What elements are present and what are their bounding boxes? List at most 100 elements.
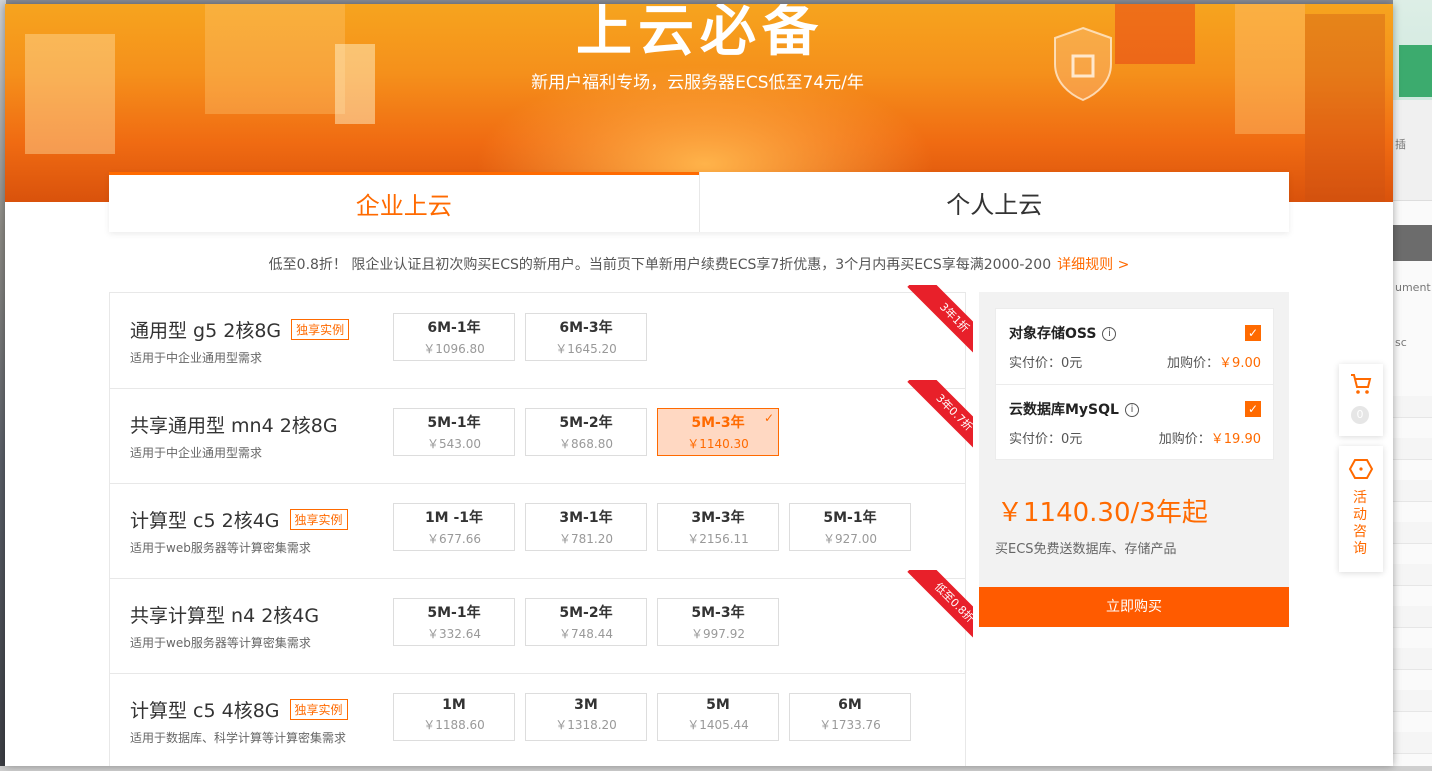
background-sheet-row [1393,564,1432,586]
plan-option-price: ￥1733.76 [819,718,881,732]
total-price: ￥1140.30/3年起 [997,498,1208,528]
product-description: 适用于web服务器等计算密集需求 [130,541,311,555]
product-row: 共享计算型 n4 2核4G 适用于web服务器等计算密集需求 5M-1年 ￥332.6… [110,570,973,674]
product-description: 适用于数据库、科学计算等计算密集需求 [130,731,347,745]
background-sheet-row [1393,396,1432,418]
plan-option-price: ￥543.00 [427,437,481,451]
addon-checkbox[interactable]: ✓ [1245,401,1261,417]
discount-ribbon: 3年0.7折 [901,380,973,452]
product-row: 共享通用型 mn4 2核8G 适用于中企业通用型需求 5M-1年 ￥543.00 5M-… [110,380,973,484]
plan-option[interactable]: 5M-2年 ￥868.80 [525,408,647,456]
hero-block [205,4,345,114]
plan-option[interactable]: 6M ￥1733.76 [789,693,911,741]
background-sheet-row [1393,627,1432,649]
background-app-dark-bar [1393,225,1432,261]
product-name: 通用型 g5 2核8G 独享实例 [130,316,350,343]
cart-widget[interactable]: 0 [1339,364,1383,436]
plan-option-label: 5M-2年 [559,605,613,621]
plan-option[interactable]: 3M ￥1318.20 [525,693,647,741]
plan-option-price: ￥1140.30 [687,437,749,451]
discount-ribbon: 低至0.8折 [901,570,973,642]
hero-block [1235,4,1305,134]
plan-option-label: 5M-1年 [823,510,877,526]
hero-block [1305,14,1385,202]
addon-list: 对象存储OSS i ✓ 实付价：0元 加购价：￥9.00 云数据库MySQL i ✓… [995,308,1274,460]
background-sheet-row [1393,585,1432,607]
tab-personal[interactable]: 个人上云 [698,172,1290,232]
product-row: 通用型 g5 2核8G 独享实例 适用于中企业通用型需求 6M-1年 ￥1096.80 6… [110,285,973,389]
plan-option-price: ￥781.20 [559,532,613,546]
plan-option[interactable]: 5M-1年 ￥543.00 [393,408,515,456]
plan-option-label: 3M-3年 [691,510,745,526]
background-sheet-row [1393,606,1432,628]
consult-widget[interactable]: 活动咨询 [1339,446,1383,572]
plan-option[interactable]: 5M-3年 ￥997.92 [657,598,779,646]
total-subtitle: 买ECS免费送数据库、存储产品 [995,542,1177,557]
plan-option-price: ￥748.44 [559,627,613,641]
rules-link[interactable]: 详细规则 > [1057,257,1129,273]
product-name: 共享计算型 n4 2核4G [130,605,320,627]
background-app-window: 插 ument sc [1393,0,1432,771]
hero-subtitle: 新用户福利专场，云服务器ECS低至74元/年 [531,73,864,93]
info-icon[interactable]: i [1102,327,1117,341]
plan-option[interactable]: 1M ￥1188.60 [393,693,515,741]
background-sheet-row [1393,522,1432,544]
buy-now-button[interactable]: 立即购买 [979,587,1289,627]
plan-option-label: 5M-1年 [427,605,481,621]
plan-option[interactable]: 6M-3年 ￥1645.20 [525,313,647,361]
plan-option-label: 5M [706,697,730,713]
background-sheet-row [1393,648,1432,670]
plan-option-price: ￥2156.11 [687,532,749,546]
plan-option-label: 3M [574,697,598,713]
tab-bar: 企业上云 个人上云 [109,172,1289,232]
plan-option[interactable]: 5M-2年 ￥748.44 [525,598,647,646]
plan-option-price: ￥1188.60 [423,718,485,732]
plan-option-price: ￥868.80 [559,437,613,451]
discount-ribbon-label: 3年0.7折 [907,380,973,452]
product-row: 计算型 c5 2核4G 独享实例适用于web服务器等计算密集需求 1M -1年 ￥67… [110,483,965,579]
plan-option-price: ￥332.64 [427,627,481,641]
cart-count: 0 [1351,406,1369,424]
plan-option-price: ￥677.66 [427,532,481,546]
product-name: 共享通用型 mn4 2核8G [130,415,338,437]
background-sheet-row [1393,438,1432,460]
background-sheet-row [1393,459,1432,481]
plan-option[interactable]: 5M ￥1405.44 [657,693,779,741]
product-list: 通用型 g5 2核8G 独享实例 适用于中企业通用型需求 6M-1年 ￥1096.80 6… [109,285,973,766]
discount-ribbon: 3年1折 [901,285,973,357]
notice-text: 低至0.8折！ 限企业认证且初次购买ECS的新用户。当前页下单新用户续费ECS享… [268,257,1052,273]
plan-option-label: 5M-2年 [559,415,613,431]
plan-option[interactable]: 3M-1年 ￥781.20 [525,503,647,551]
plan-option-label: 1M [442,697,466,713]
addon-item: 云数据库MySQL i ✓ 实付价：0元 加购价：￥19.90 [996,384,1273,460]
product-description: 适用于中企业通用型需求 [130,446,263,460]
addon-item: 对象存储OSS i ✓ 实付价：0元 加购价：￥9.00 [996,309,1273,384]
plan-option-label: 6M-1年 [427,320,481,336]
background-app-text: sc [1395,336,1407,349]
plan-option[interactable]: 5M-1年 ￥332.64 [393,598,515,646]
plan-option[interactable]: 5M-1年 ￥927.00 [789,503,911,551]
hero-block [335,44,375,124]
product-description: 适用于web服务器等计算密集需求 [130,636,311,650]
product-name: 计算型 c5 2核4G 独享实例 [130,506,348,533]
background-sheet-row [1393,480,1432,502]
plan-option[interactable]: 5M-3年 ￥1140.30 ✓ [657,408,779,456]
background-app-text: 插 [1395,138,1406,151]
plan-option[interactable]: 6M-1年 ￥1096.80 [393,313,515,361]
background-sheet-row [1393,375,1432,397]
check-icon: ✓ [763,411,774,425]
background-sheet-row [1393,732,1432,754]
info-icon[interactable]: i [1124,403,1139,417]
plan-option-price: ￥1645.20 [555,342,617,356]
tab-enterprise[interactable]: 企业上云 [109,172,699,232]
addon-paid-price: 实付价：0元 [1009,432,1083,447]
plan-option-label: 5M-3年 [691,605,745,621]
product-name: 计算型 c5 4核8G 独享实例 [130,696,348,723]
plan-option-price: ￥1318.20 [555,718,617,732]
discount-ribbon-label: 3年1折 [907,285,973,357]
plan-option-price: ￥1096.80 [423,342,485,356]
plan-option[interactable]: 1M -1年 ￥677.66 [393,503,515,551]
plan-option[interactable]: 3M-3年 ￥2156.11 [657,503,779,551]
shield-icon [1054,26,1112,102]
addon-checkbox[interactable]: ✓ [1245,325,1261,341]
